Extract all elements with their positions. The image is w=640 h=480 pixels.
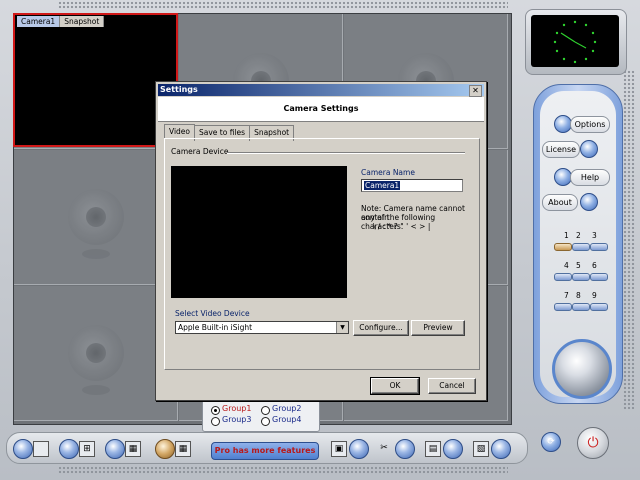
- help-label: Help: [580, 173, 600, 182]
- about-button[interactable]: About: [542, 194, 578, 211]
- refresh-icon[interactable]: ⟳: [541, 432, 561, 452]
- pro-features-badge[interactable]: Pro has more features: [211, 442, 319, 460]
- group-slot-8[interactable]: [572, 303, 590, 311]
- layout-9-orb-icon[interactable]: [105, 439, 125, 459]
- video-preview: [171, 166, 347, 298]
- decorative-grille-top: [58, 1, 508, 9]
- about-label: About: [548, 198, 572, 207]
- analog-clock: [531, 15, 619, 67]
- group1-label: Group1: [222, 404, 252, 413]
- close-icon[interactable]: ✕: [469, 85, 482, 97]
- group-slot-2[interactable]: [572, 243, 590, 251]
- configure-button[interactable]: Configure...: [353, 320, 409, 336]
- options-button[interactable]: Options: [570, 116, 610, 133]
- group-slot-1[interactable]: [554, 243, 572, 251]
- group3-radio[interactable]: [211, 417, 220, 426]
- webcam-icon: [67, 189, 124, 259]
- group2-label: Group2: [272, 404, 302, 413]
- monitor-icon[interactable]: ▣: [331, 441, 347, 457]
- video-device-value: Apple Built-in iSight: [178, 323, 253, 332]
- video-tab-panel: Camera Device Camera Name Camera1 Note: …: [164, 138, 480, 370]
- group-number-4: 4: [564, 261, 569, 270]
- camera-slot[interactable]: [14, 286, 178, 421]
- camera-view-tabs: Camera1 Snapshot: [17, 16, 105, 27]
- layout-grid9-icon[interactable]: ▦: [125, 441, 141, 457]
- group-slot-9[interactable]: [590, 303, 608, 311]
- options-label: Options: [574, 120, 606, 129]
- control-panel-inner: Options License Help About 1 2 3 4 5 6 7…: [540, 91, 616, 399]
- group-slot-6[interactable]: [590, 273, 608, 281]
- settings-dialog: Settings ✕ Camera Settings Video Save to…: [155, 81, 487, 401]
- note-line-3: \ / : * ? " ' < > |: [373, 222, 431, 231]
- group-number-3: 3: [592, 231, 597, 240]
- camera-slot[interactable]: [14, 150, 178, 285]
- group-number-8: 8: [576, 291, 581, 300]
- decorative-grille-right: [623, 70, 635, 410]
- layout-grid16-icon[interactable]: ▦: [175, 441, 191, 457]
- group-slot-5[interactable]: [572, 273, 590, 281]
- group1-radio[interactable]: [211, 406, 220, 415]
- group-number-2: 2: [576, 231, 581, 240]
- webcam-icon: [67, 325, 124, 395]
- group2-radio[interactable]: [261, 406, 270, 415]
- schedule-icon[interactable]: ▤: [425, 441, 441, 457]
- license-button[interactable]: License: [542, 141, 580, 158]
- group-slot-3[interactable]: [590, 243, 608, 251]
- layout-4-orb-icon[interactable]: [59, 439, 79, 459]
- tools-icon[interactable]: ✂: [377, 441, 391, 455]
- group3-label: Group3: [222, 415, 252, 424]
- license-label: License: [545, 145, 577, 154]
- control-panel: Options License Help About 1 2 3 4 5 6 7…: [533, 84, 623, 404]
- camera-name-input[interactable]: Camera1: [361, 179, 463, 192]
- album-orb-icon[interactable]: [491, 439, 511, 459]
- camera-tab[interactable]: Camera1: [17, 16, 61, 27]
- camera-name-value: Camera1: [364, 181, 401, 190]
- group-number-5: 5: [576, 261, 581, 270]
- camera-device-label: Camera Device: [171, 147, 229, 156]
- layout-grid4-icon[interactable]: ⊞: [79, 441, 95, 457]
- camera-name-label: Camera Name: [361, 168, 415, 177]
- group-number-1: 1: [564, 231, 569, 240]
- about-orb-icon[interactable]: [580, 193, 598, 211]
- group-number-9: 9: [592, 291, 597, 300]
- cancel-button[interactable]: Cancel: [428, 378, 476, 394]
- album-icon[interactable]: ▧: [473, 441, 489, 457]
- group4-radio[interactable]: [261, 417, 270, 426]
- dialog-title: Settings: [160, 85, 198, 94]
- group-slot-4[interactable]: [554, 273, 572, 281]
- group-number-7: 7: [564, 291, 569, 300]
- layout-16-orb-icon[interactable]: [155, 439, 175, 459]
- clock-frame: [525, 9, 627, 75]
- group-selector: Group1 Group2 Group3 Group4: [202, 396, 320, 432]
- power-icon[interactable]: ⏻: [577, 427, 609, 459]
- preview-button[interactable]: Preview: [411, 320, 465, 336]
- record-knob-button[interactable]: [552, 339, 612, 399]
- video-device-select[interactable]: Apple Built-in iSight ▼: [175, 321, 349, 334]
- snapshot-tab[interactable]: Snapshot: [60, 16, 105, 27]
- group-number-6: 6: [592, 261, 597, 270]
- divider: [227, 152, 465, 154]
- active-camera-view[interactable]: Camera1 Snapshot: [13, 13, 178, 147]
- tools-orb-icon[interactable]: [395, 439, 415, 459]
- schedule-orb-icon[interactable]: [443, 439, 463, 459]
- dialog-titlebar[interactable]: Settings ✕: [158, 84, 484, 97]
- monitor-orb-icon[interactable]: [349, 439, 369, 459]
- select-device-label: Select Video Device: [175, 309, 250, 318]
- dialog-header: Camera Settings: [158, 97, 484, 122]
- clock-face-icon: [553, 20, 597, 64]
- decorative-grille-bottom: [58, 466, 508, 474]
- group-slot-7[interactable]: [554, 303, 572, 311]
- layout-1-orb-icon[interactable]: [13, 439, 33, 459]
- chevron-down-icon[interactable]: ▼: [336, 322, 348, 333]
- license-orb-icon[interactable]: [580, 140, 598, 158]
- layout-single-icon[interactable]: [33, 441, 49, 457]
- group4-label: Group4: [272, 415, 302, 424]
- ok-button[interactable]: OK: [370, 377, 420, 395]
- help-button[interactable]: Help: [570, 169, 610, 186]
